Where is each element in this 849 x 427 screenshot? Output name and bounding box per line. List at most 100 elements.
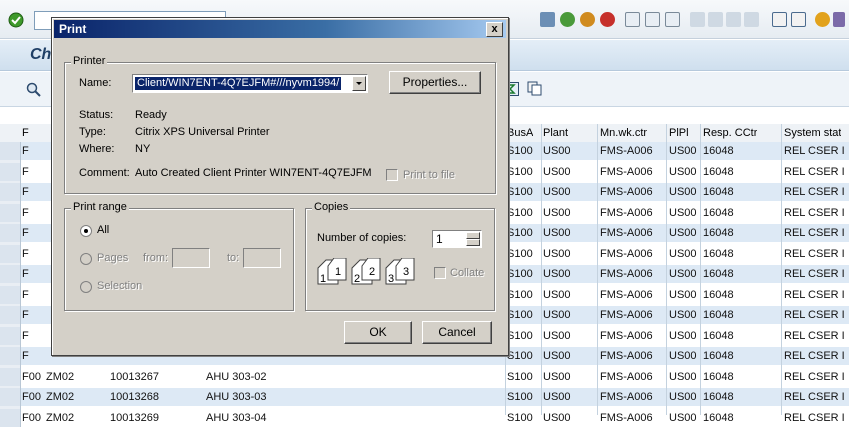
magnifier-icon[interactable]: [26, 82, 41, 97]
table-cell: S100: [507, 206, 533, 219]
column-header[interactable]: BusA: [507, 124, 533, 142]
table-cell: US00: [669, 350, 697, 362]
row-selector[interactable]: [0, 347, 21, 365]
collate-pages-icon: 1 1 2 2 3 3: [317, 258, 415, 285]
help-icon[interactable]: [815, 12, 830, 27]
row-selector[interactable]: [0, 224, 21, 242]
ok-button[interactable]: OK: [344, 321, 412, 344]
copies-stepper[interactable]: [466, 232, 480, 246]
where-value: NY: [135, 143, 151, 155]
find-next-icon[interactable]: [665, 12, 680, 27]
column-header[interactable]: System stat: [784, 124, 841, 142]
grid-divider: [541, 124, 542, 415]
print-icon[interactable]: [625, 12, 640, 27]
table-cell: S100: [507, 309, 533, 321]
row-selector[interactable]: [0, 285, 21, 304]
table-cell: REL CSER I: [784, 411, 845, 424]
row-selector[interactable]: [0, 203, 21, 222]
copy-icon[interactable]: [527, 81, 542, 96]
first-page-icon[interactable]: [690, 12, 705, 27]
exit-icon[interactable]: [580, 12, 595, 27]
range-from-label: from:: [143, 252, 169, 264]
from-page-input[interactable]: [172, 248, 210, 268]
spin-down-button[interactable]: [466, 239, 480, 246]
table-cell: FMS-A006: [600, 370, 653, 383]
range-pages-radio[interactable]: [80, 253, 92, 265]
column-header[interactable]: PlPl: [669, 124, 689, 142]
comment-value: Auto Created Client Printer WIN7ENT-4Q7E…: [135, 167, 372, 179]
table-cell: ZM02: [46, 391, 75, 403]
table-row[interactable]: F00 ZM02 10013267 AHU 303-02 S100 US00 FMS-A00…: [0, 367, 849, 386]
previous-page-icon[interactable]: [708, 12, 723, 27]
cancel-button[interactable]: Cancel: [422, 321, 492, 344]
table-cell: S100: [507, 288, 533, 301]
row-selector[interactable]: [0, 367, 21, 386]
table-cell: FMS-A006: [600, 145, 653, 157]
spin-up-button[interactable]: [466, 232, 480, 239]
copies-label: Number of copies:: [317, 232, 407, 244]
row-selector[interactable]: [0, 408, 21, 427]
dialog-titlebar[interactable]: Print x: [54, 20, 506, 38]
table-cell: US00: [669, 206, 697, 219]
printer-group-title: Printer: [71, 55, 108, 67]
svg-text:1: 1: [320, 273, 326, 285]
column-header[interactable]: Plant: [543, 124, 568, 142]
table-cell: FMS-A006: [600, 411, 653, 424]
table-cell: FMS-A006: [600, 247, 653, 260]
table-cell: US00: [669, 309, 697, 321]
table-row[interactable]: F00 ZM02 10013268 AHU 303-03 S100 US00 FMS-A00…: [0, 388, 849, 406]
printer-name-select[interactable]: Client/WIN7ENT-4Q7EJFM#///nyvm1994/: [132, 74, 368, 93]
row-selector[interactable]: [0, 183, 21, 201]
table-cell: US00: [543, 186, 571, 198]
table-cell: FMS-A006: [600, 391, 653, 403]
properties-button[interactable]: Properties...: [389, 71, 481, 94]
table-cell: US00: [543, 206, 571, 219]
table-row[interactable]: F00 ZM02 10013269 AHU 303-04 S100 US00 FMS-A00…: [0, 408, 849, 427]
enter-check-icon[interactable]: [8, 12, 24, 28]
row-selector[interactable]: [0, 244, 21, 263]
range-all-radio[interactable]: [80, 225, 92, 237]
shortcut-icon[interactable]: [791, 12, 806, 27]
table-cell: US00: [543, 350, 571, 362]
table-cell: 16048: [703, 247, 734, 260]
close-button[interactable]: x: [486, 22, 503, 37]
svg-text:3: 3: [388, 273, 394, 285]
table-cell: F: [22, 227, 29, 239]
save-icon[interactable]: [540, 12, 555, 27]
svg-text:2: 2: [369, 266, 375, 278]
table-cell: FMS-A006: [600, 186, 653, 198]
back-icon[interactable]: [560, 12, 575, 27]
row-selector[interactable]: [0, 265, 21, 283]
last-page-icon[interactable]: [744, 12, 759, 27]
print-dialog: Print x Printer Name: Client/WIN7ENT-4Q7…: [51, 17, 509, 356]
column-header[interactable]: F: [22, 124, 29, 142]
range-selection-radio[interactable]: [80, 281, 92, 293]
chevron-down-icon: [356, 82, 362, 85]
to-page-input[interactable]: [243, 248, 281, 268]
table-cell: 16048: [703, 350, 734, 362]
layout-menu-icon[interactable]: [833, 12, 845, 27]
print-to-file-checkbox[interactable]: [386, 169, 398, 181]
table-cell: US00: [669, 329, 697, 342]
row-selector[interactable]: [0, 162, 21, 181]
collate-checkbox[interactable]: [434, 267, 446, 279]
row-selector[interactable]: [0, 306, 21, 324]
table-cell: 16048: [703, 411, 734, 424]
status-value: Ready: [135, 109, 167, 121]
next-page-icon[interactable]: [726, 12, 741, 27]
column-header[interactable]: Resp. CCtr: [703, 124, 757, 142]
dropdown-button[interactable]: [352, 76, 366, 91]
table-cell: F: [22, 268, 29, 280]
find-icon[interactable]: [645, 12, 660, 27]
table-cell: ZM02: [46, 370, 75, 383]
cancel-icon[interactable]: [600, 12, 615, 27]
new-session-icon[interactable]: [772, 12, 787, 27]
table-cell: US00: [543, 288, 571, 301]
copies-input[interactable]: 1: [432, 230, 482, 248]
table-cell: F: [22, 206, 29, 219]
row-selector[interactable]: [0, 326, 21, 345]
column-header[interactable]: Mn.wk.ctr: [600, 124, 647, 142]
table-cell: 10013267: [110, 370, 159, 383]
row-selector[interactable]: [0, 142, 21, 160]
row-selector[interactable]: [0, 388, 21, 406]
